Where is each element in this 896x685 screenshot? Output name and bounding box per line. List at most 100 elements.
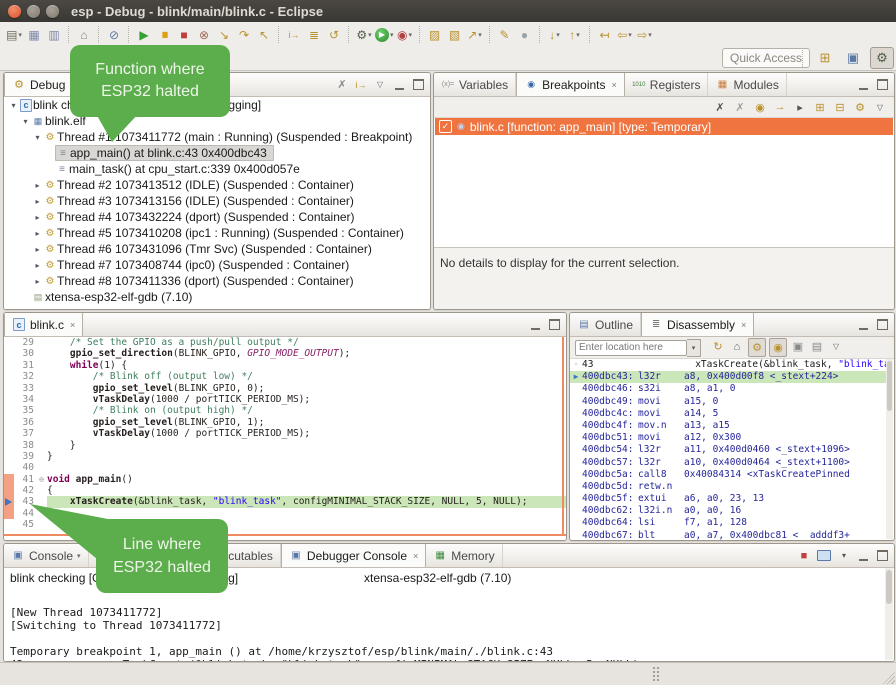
open-new-view-icon[interactable]: ▤ bbox=[809, 338, 825, 355]
external-tools-icon[interactable]: ◉▾ bbox=[396, 25, 414, 45]
tab-console[interactable]: ▣Console▾ bbox=[4, 544, 89, 567]
show-breakpoints-supported-icon[interactable]: ◉ bbox=[754, 101, 766, 114]
code-line[interactable]: 43 xTaskCreate(&blink_task, "blink_task"… bbox=[4, 496, 566, 507]
open-project-icon[interactable]: ▨ bbox=[426, 25, 444, 45]
code-line[interactable]: 32 /* Blink off (output low) */ bbox=[4, 371, 566, 382]
disassembly-listing[interactable]: ◦43 xTaskCreate(&blink_task, "blink_tas▶… bbox=[570, 359, 886, 540]
tab-menu-icon[interactable]: ▾ bbox=[77, 552, 81, 560]
maximize-icon[interactable] bbox=[876, 79, 888, 90]
tab-breakpoints[interactable]: ◉Breakpoints× bbox=[516, 73, 625, 96]
instruction-stepping-icon[interactable]: i→ bbox=[285, 25, 303, 45]
previous-annotation-icon[interactable]: ↑▾ bbox=[566, 25, 584, 45]
resume-icon[interactable]: ▶ bbox=[135, 25, 153, 45]
disassembly-row[interactable]: 400dbc62:l32i.na0, a0, 16 bbox=[570, 505, 886, 517]
disassembly-row[interactable]: 400dbc5f:extuia6, a0, 23, 13 bbox=[570, 493, 886, 505]
tree-expander-icon[interactable]: ▾ bbox=[20, 117, 31, 126]
display-console-icon[interactable] bbox=[817, 550, 831, 561]
close-tab-icon[interactable]: × bbox=[413, 551, 418, 561]
code-line[interactable]: 31 while(1) { bbox=[4, 360, 566, 371]
breakpoint-row[interactable]: ✓ ◉ blink.c [function: app_main] [type: … bbox=[435, 118, 893, 135]
tree-row[interactable]: ▸⚙Thread #5 1073410208 (ipc1 : Running) … bbox=[4, 225, 430, 241]
step-filters-icon[interactable]: ≣ bbox=[305, 25, 323, 45]
dropdown-arrow-icon[interactable]: ▾ bbox=[368, 31, 372, 39]
format-icon[interactable]: ✎ bbox=[496, 25, 514, 45]
disassembly-row[interactable]: 400dbc67:blta0, a7, 0x400dbc81 <__adddf3… bbox=[570, 530, 886, 540]
window-resize-grip[interactable] bbox=[883, 672, 895, 684]
quick-access-box[interactable]: Quick Access bbox=[722, 48, 810, 68]
minimize-button[interactable] bbox=[27, 5, 40, 18]
link-with-debug-view-icon[interactable]: ⚙ bbox=[854, 101, 866, 114]
debug-perspective-icon[interactable]: ⚙ bbox=[870, 47, 894, 69]
tree-expander-icon[interactable]: ▸ bbox=[32, 277, 43, 286]
code-line[interactable]: 36 gpio_set_level(BLINK_GPIO, 1); bbox=[4, 417, 566, 428]
maximize-icon[interactable] bbox=[412, 79, 424, 90]
tree-expander-icon[interactable]: ▸ bbox=[32, 245, 43, 254]
remove-all-terminated-icon[interactable]: ✗ bbox=[336, 78, 348, 91]
terminate-icon[interactable]: ■ bbox=[175, 25, 193, 45]
instruction-step-mode-icon[interactable]: i→ bbox=[355, 80, 367, 90]
launch-icon[interactable]: ↗▾ bbox=[466, 25, 484, 45]
disassembly-row[interactable]: 400dbc51:movia12, 0x300 bbox=[570, 432, 886, 444]
fold-marker-icon[interactable]: ⊖ bbox=[36, 474, 47, 485]
tree-row[interactable]: ▸⚙Thread #6 1073431096 (Tmr Svc) (Suspen… bbox=[4, 241, 430, 257]
code-line[interactable]: 38 } bbox=[4, 440, 566, 451]
debug-tree[interactable]: ▾cblink checking [GDB Hardware Debugging… bbox=[4, 97, 430, 309]
disassembly-row[interactable]: 400dbc4f:mov.na13, a15 bbox=[570, 420, 886, 432]
tree-row[interactable]: ≡main_task() at cpu_start.c:339 0x400d05… bbox=[4, 161, 430, 177]
remove-selected-breakpoint-icon[interactable]: ✗ bbox=[714, 101, 726, 114]
code-line[interactable]: 33 gpio_set_level(BLINK_GPIO, 0); bbox=[4, 383, 566, 394]
close-tab-icon[interactable]: × bbox=[70, 320, 75, 330]
tree-row[interactable]: ▸⚙Thread #7 1073408744 (ipc0) (Suspended… bbox=[4, 257, 430, 273]
disassembly-row[interactable]: 400dbc49:movia15, 0 bbox=[570, 396, 886, 408]
tree-row[interactable]: ▸⚙Thread #8 1073411336 (dport) (Suspende… bbox=[4, 273, 430, 289]
suspend-icon[interactable]: ▮▮ bbox=[155, 25, 173, 45]
splitter-grip[interactable] bbox=[652, 666, 660, 682]
tree-row[interactable]: ▸⚙Thread #3 1073413156 (IDLE) (Suspended… bbox=[4, 193, 430, 209]
code-line[interactable]: 35 /* Blink on (output high) */ bbox=[4, 405, 566, 416]
back-icon[interactable]: ⇦▾ bbox=[616, 25, 634, 45]
tree-expander-icon[interactable]: ▸ bbox=[32, 197, 43, 206]
maximize-button[interactable] bbox=[46, 5, 59, 18]
track-expression-icon[interactable]: ◉ bbox=[769, 338, 787, 357]
close-tab-icon[interactable]: × bbox=[612, 80, 617, 90]
link-with-active-context-icon[interactable]: ⚙ bbox=[748, 338, 766, 357]
code-line[interactable]: 44} bbox=[4, 508, 566, 519]
refresh-icon[interactable]: ↻ bbox=[710, 338, 726, 355]
tab-memory[interactable]: ▦Memory bbox=[426, 544, 502, 567]
tab-disassembly[interactable]: ≣Disassembly× bbox=[641, 313, 754, 336]
code-line[interactable]: 37 vTaskDelay(1000 / portTICK_PERIOD_MS)… bbox=[4, 428, 566, 439]
tree-expander-icon[interactable]: ▾ bbox=[32, 133, 43, 142]
tree-row[interactable]: ▸⚙Thread #2 1073413512 (IDLE) (Suspended… bbox=[4, 177, 430, 193]
minimize-icon[interactable] bbox=[529, 320, 541, 330]
step-into-icon[interactable]: ↘ bbox=[215, 25, 233, 45]
disconnect-icon[interactable]: ⊗ bbox=[195, 25, 213, 45]
dropdown-arrow-icon[interactable]: ▾ bbox=[576, 31, 580, 39]
next-annotation-icon[interactable]: ↓▾ bbox=[546, 25, 564, 45]
collapse-all-icon[interactable]: ⊟ bbox=[834, 101, 846, 114]
dropdown-arrow-icon[interactable]: ▾ bbox=[556, 31, 560, 39]
tree-expander-icon[interactable]: ▸ bbox=[32, 181, 43, 190]
tab-outline[interactable]: ▤Outline bbox=[570, 313, 641, 336]
minimize-icon[interactable] bbox=[857, 551, 869, 561]
view-menu-icon[interactable]: ▽ bbox=[828, 338, 844, 355]
remove-all-breakpoints-icon[interactable]: ✗ bbox=[734, 101, 746, 114]
dropdown-arrow-icon[interactable]: ▾ bbox=[648, 31, 652, 39]
disassembly-row[interactable]: 400dbc64:lsif7, a1, 128 bbox=[570, 517, 886, 529]
minimize-icon[interactable] bbox=[857, 320, 869, 330]
minimize-icon[interactable] bbox=[393, 80, 405, 90]
view-menu-icon[interactable]: ▽ bbox=[874, 103, 886, 112]
disassembly-row[interactable]: 400dbc5d:retw.n bbox=[570, 481, 886, 493]
code-line[interactable]: 45 bbox=[4, 519, 566, 530]
skip-all-breakpoints-icon[interactable]: ⊘ bbox=[105, 25, 123, 45]
tree-row[interactable]: ▾⚙Thread #1 1073411772 (main : Running) … bbox=[4, 129, 430, 145]
tab-variables[interactable]: (x)=Variables bbox=[434, 73, 516, 96]
step-over-icon[interactable]: ↷ bbox=[235, 25, 253, 45]
cpp-perspective-icon[interactable]: ▣ bbox=[842, 48, 864, 68]
debug-icon[interactable]: ⚙▾ bbox=[355, 25, 373, 45]
dropdown-arrow-icon[interactable]: ▾ bbox=[628, 31, 632, 39]
expand-all-icon[interactable]: ⊞ bbox=[814, 101, 826, 114]
disassembly-source-row[interactable]: ◦43 xTaskCreate(&blink_task, "blink_tas bbox=[570, 359, 886, 371]
tree-row[interactable]: ▤xtensa-esp32-elf-gdb (7.10) bbox=[4, 289, 430, 305]
tree-expander-icon[interactable]: ▸ bbox=[32, 229, 43, 238]
run-icon[interactable]: ▶▾ bbox=[375, 25, 394, 45]
